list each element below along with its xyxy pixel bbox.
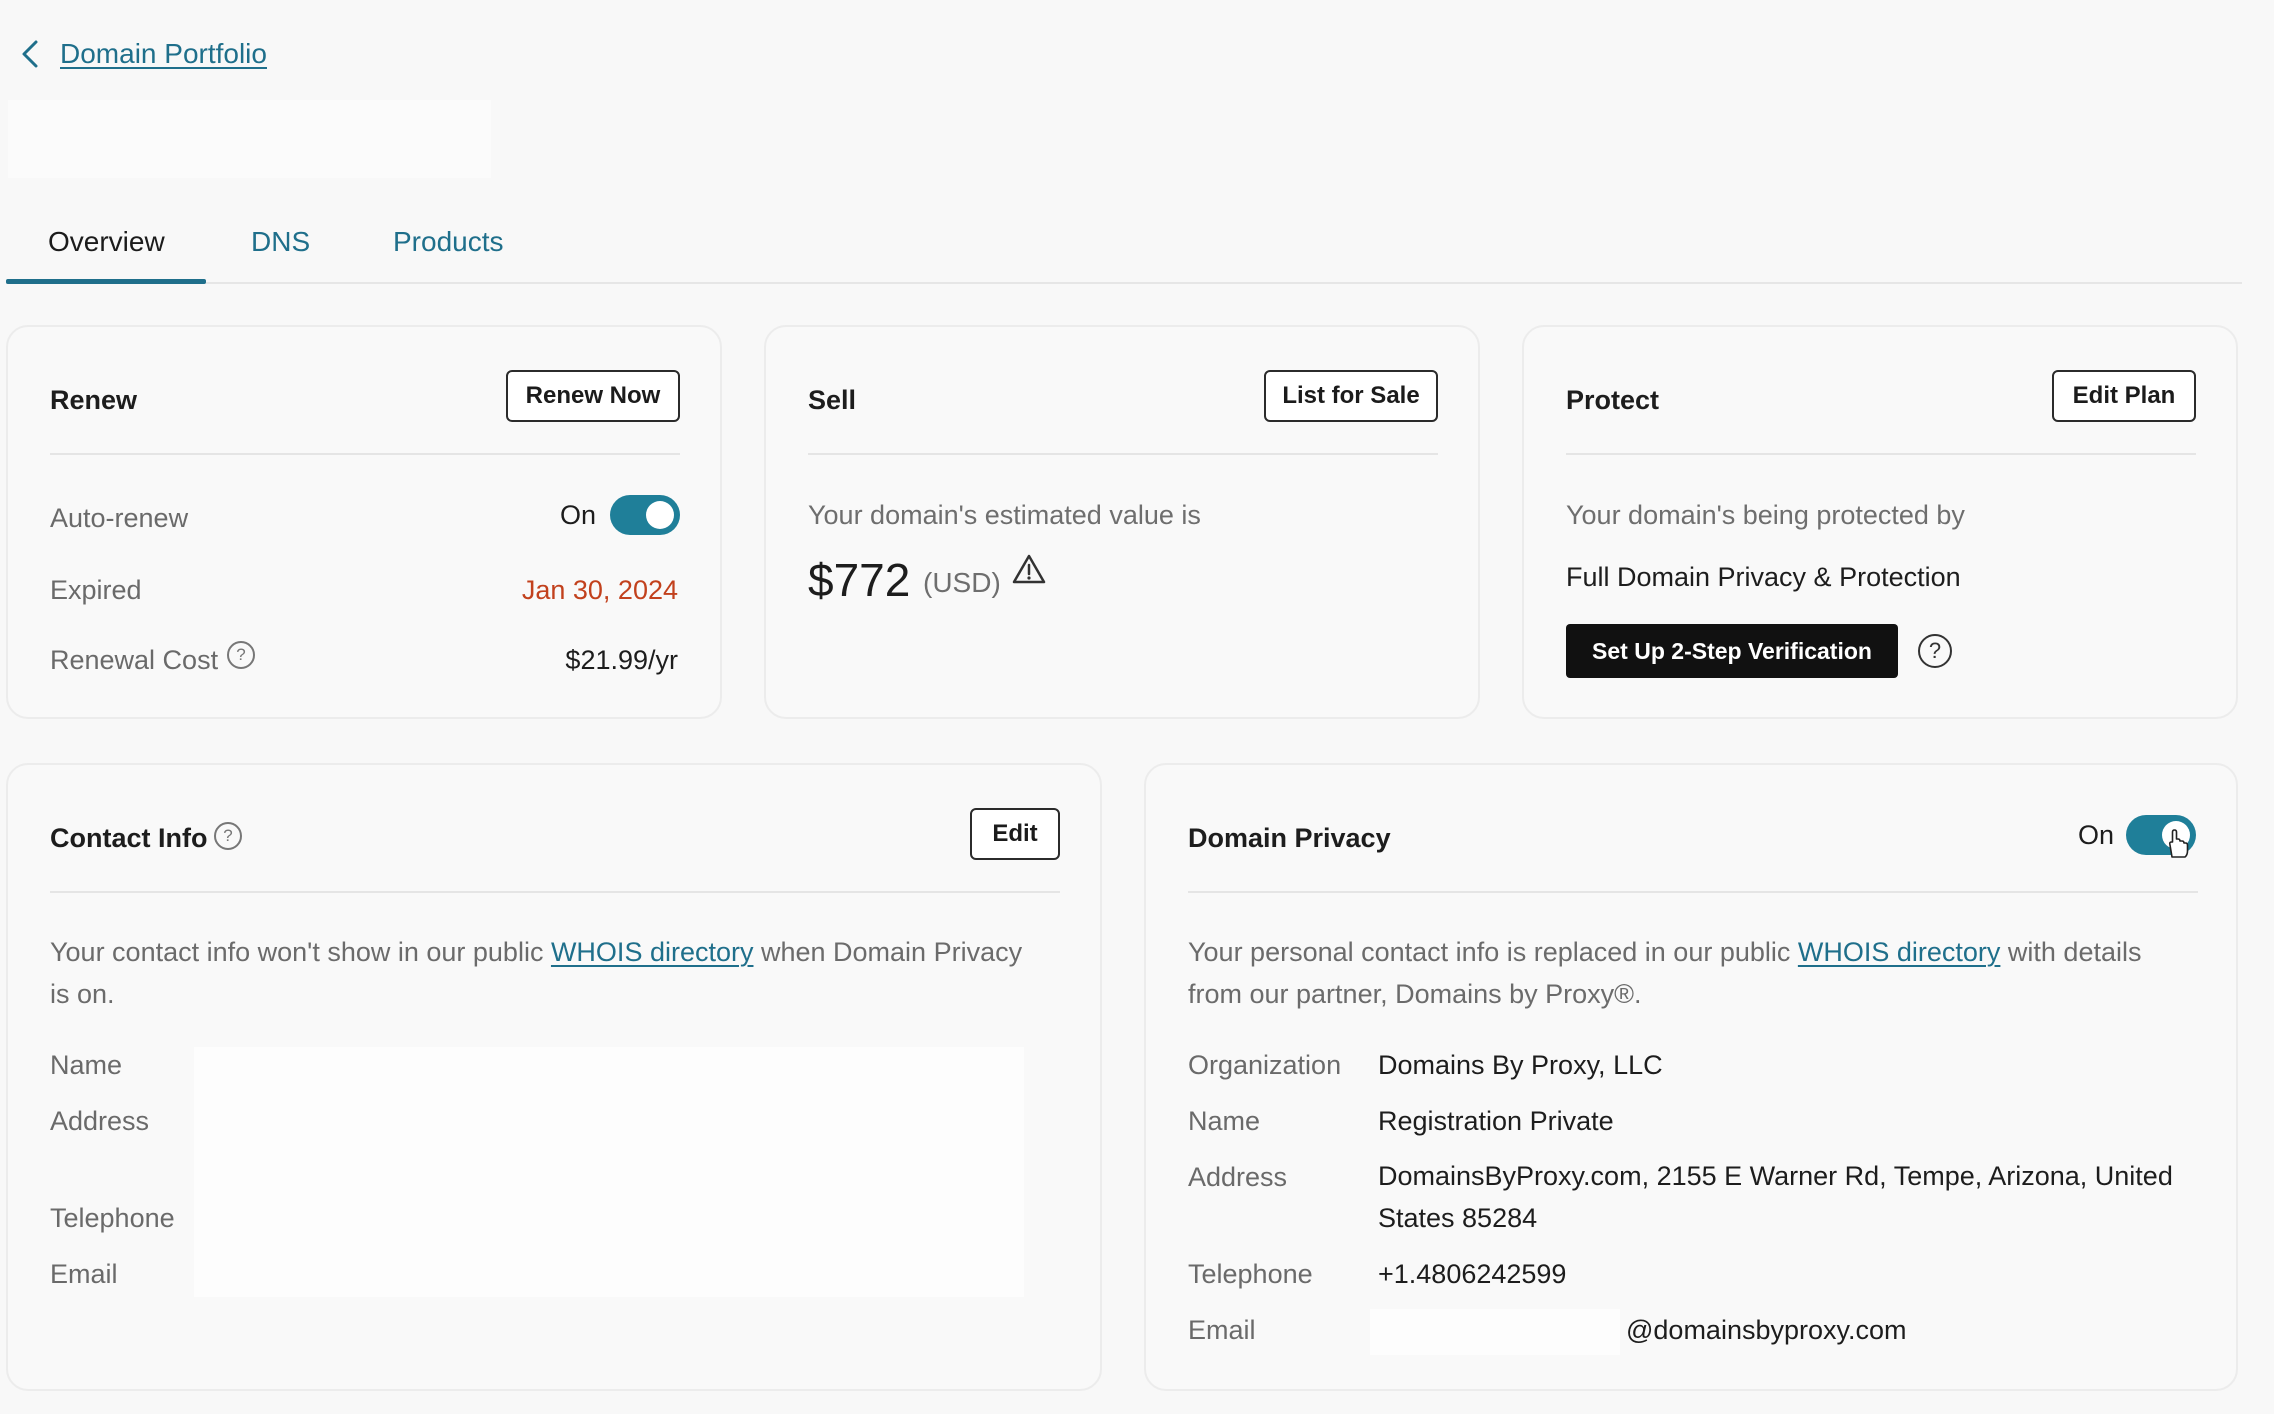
divider: [808, 453, 1438, 455]
contact-info-title: Contact Info: [50, 823, 208, 853]
email-redacted: [1370, 1309, 1620, 1355]
setup-2-step-verification-button[interactable]: Set Up 2-Step Verification: [1566, 624, 1898, 678]
contact-telephone-label: Telephone: [50, 1203, 175, 1233]
hand-cursor-icon: [2168, 829, 2189, 858]
protect-title: Protect: [1566, 385, 1660, 415]
contact-info-card: Contact Info ? Edit Your contact info wo…: [6, 763, 1102, 1391]
estimated-value: $772: [808, 554, 911, 606]
expired-label: Expired: [50, 575, 142, 605]
domain-privacy-description: Your personal contact info is replaced i…: [1188, 931, 2198, 1015]
privacy-telephone-value: +1.4806242599: [1378, 1259, 1567, 1289]
tab-products[interactable]: Products: [393, 226, 504, 258]
contact-name-label: Name: [50, 1050, 123, 1080]
renew-title: Renew: [50, 385, 138, 415]
edit-plan-button[interactable]: Edit Plan: [2052, 370, 2196, 422]
tab-bar: Overview DNS Products: [6, 200, 2242, 284]
privacy-desc-prefix: Your personal contact info is replaced i…: [1188, 937, 1798, 967]
plan-name: Full Domain Privacy & Protection: [1566, 562, 1961, 592]
active-tab-indicator: [6, 279, 206, 284]
domain-privacy-card: Domain Privacy On Your personal contact …: [1144, 763, 2238, 1391]
domain-portfolio-link[interactable]: Domain Portfolio: [60, 38, 267, 70]
help-icon[interactable]: ?: [214, 822, 242, 850]
contact-desc-prefix: Your contact info won't show in our publ…: [50, 937, 551, 967]
divider: [50, 891, 1060, 893]
sell-title: Sell: [808, 385, 857, 415]
whois-directory-link[interactable]: WHOIS directory: [551, 937, 754, 967]
auto-renew-toggle[interactable]: [610, 495, 680, 535]
renew-card: Renew Renew Now Auto-renew On Expired Ja…: [6, 325, 722, 719]
organization-value: Domains By Proxy, LLC: [1378, 1050, 1663, 1080]
contact-info-description: Your contact info won't show in our publ…: [50, 931, 1030, 1015]
auto-renew-state: On: [560, 500, 597, 530]
tab-overview[interactable]: Overview: [48, 226, 165, 258]
domain-privacy-state: On: [2078, 820, 2115, 850]
estimated-value-text: Your domain's estimated value is: [808, 500, 1201, 530]
help-icon[interactable]: ?: [1918, 634, 1952, 668]
help-icon[interactable]: ?: [227, 641, 255, 669]
privacy-name-value: Registration Private: [1378, 1106, 1614, 1136]
privacy-email-value: @domainsbyproxy.com: [1626, 1315, 1907, 1345]
currency-label: (USD): [923, 567, 1001, 598]
renew-now-button[interactable]: Renew Now: [506, 370, 680, 422]
contact-address-label: Address: [50, 1106, 150, 1136]
sell-card: Sell List for Sale Your domain's estimat…: [764, 325, 1480, 719]
domain-title-placeholder: [8, 100, 491, 178]
renewal-cost-label: Renewal Cost: [50, 645, 219, 675]
protected-by-text: Your domain's being protected by: [1566, 500, 1965, 530]
divider: [50, 453, 680, 455]
domain-privacy-title: Domain Privacy: [1188, 823, 1391, 853]
privacy-name-label: Name: [1188, 1106, 1261, 1136]
chevron-left-icon[interactable]: [16, 34, 46, 74]
warning-icon[interactable]: [1012, 553, 1046, 585]
auto-renew-label: Auto-renew: [50, 503, 189, 533]
expired-date: Jan 30, 2024: [521, 575, 678, 605]
privacy-address-value: DomainsByProxy.com, 2155 E Warner Rd, Te…: [1378, 1161, 2173, 1233]
tab-dns[interactable]: DNS: [251, 226, 310, 258]
privacy-telephone-label: Telephone: [1188, 1259, 1313, 1289]
contact-email-label: Email: [50, 1259, 118, 1289]
privacy-email-label: Email: [1188, 1315, 1256, 1345]
list-for-sale-button[interactable]: List for Sale: [1264, 370, 1438, 422]
divider: [1188, 891, 2198, 893]
privacy-address-label: Address: [1188, 1162, 1288, 1192]
back-nav: Domain Portfolio: [16, 34, 267, 74]
protect-card: Protect Edit Plan Your domain's being pr…: [1522, 325, 2238, 719]
organization-label: Organization: [1188, 1050, 1342, 1080]
edit-contact-button[interactable]: Edit: [970, 808, 1060, 860]
divider: [1566, 453, 2196, 455]
renewal-cost-value: $21.99/yr: [565, 645, 678, 675]
contact-values-redacted: [194, 1047, 1024, 1297]
whois-directory-link[interactable]: WHOIS directory: [1798, 937, 2001, 967]
